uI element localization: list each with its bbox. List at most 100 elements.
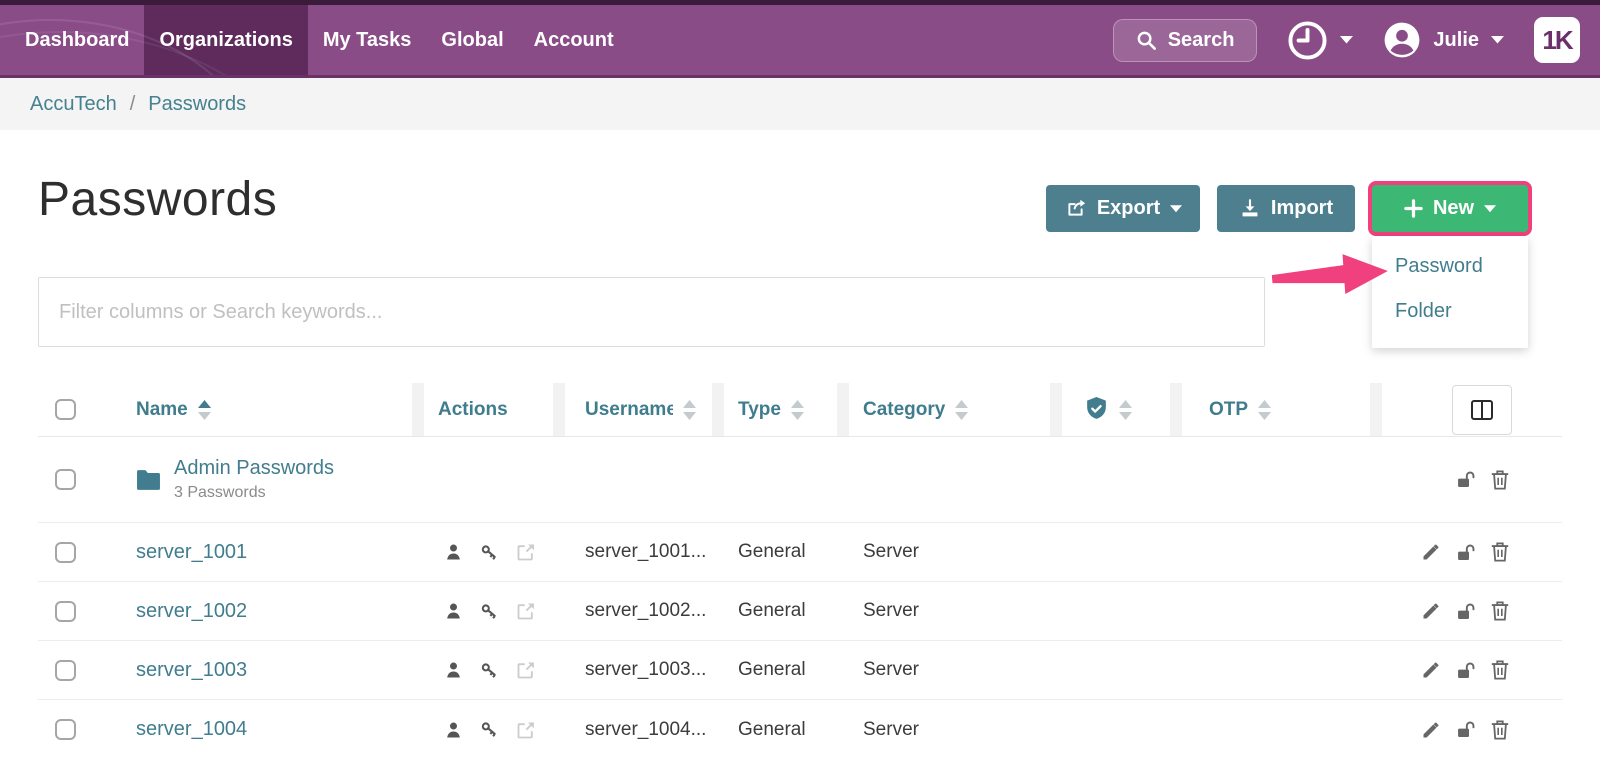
- delete-button[interactable]: [1490, 659, 1510, 681]
- password-link[interactable]: server_1001: [136, 541, 247, 564]
- column-header-category[interactable]: Category: [849, 383, 1050, 436]
- unlock-button[interactable]: [1455, 660, 1476, 681]
- unlock-icon: [1455, 469, 1476, 490]
- app-screen: Dashboard Organizations My Tasks Global …: [0, 0, 1600, 770]
- table-row: server_1001: [38, 523, 1562, 582]
- new-dropdown-menu: Password Folder: [1372, 236, 1528, 348]
- main-nav: Dashboard Organizations My Tasks Global …: [0, 5, 629, 75]
- copy-password-button[interactable]: [479, 542, 500, 563]
- category-value: Server: [863, 719, 919, 741]
- table-header-row: Name Actions Username Type: [38, 383, 1562, 437]
- menu-item-password[interactable]: Password: [1372, 244, 1528, 289]
- password-link[interactable]: server_1004: [136, 718, 247, 741]
- copy-password-button[interactable]: [479, 601, 500, 622]
- nav-item-dashboard[interactable]: Dashboard: [10, 5, 144, 75]
- key-icon: [479, 719, 500, 740]
- folder-link[interactable]: Admin Passwords: [174, 457, 334, 480]
- row-checkbox[interactable]: [55, 542, 76, 563]
- menu-item-folder[interactable]: Folder: [1372, 289, 1528, 334]
- delete-button[interactable]: [1490, 541, 1510, 563]
- nav-item-account[interactable]: Account: [519, 5, 629, 75]
- delete-button[interactable]: [1490, 469, 1510, 491]
- table-row: server_1003: [38, 641, 1562, 700]
- copy-password-button[interactable]: [479, 660, 500, 681]
- password-link[interactable]: server_1003: [136, 659, 247, 682]
- username-value: server_1004...: [585, 719, 706, 741]
- breadcrumb-current-page: Passwords: [148, 93, 246, 116]
- unlock-icon: [1455, 719, 1476, 740]
- import-button[interactable]: Import: [1217, 185, 1355, 232]
- column-header-security[interactable]: [1062, 383, 1170, 436]
- delete-button[interactable]: [1490, 719, 1510, 741]
- column-settings-button[interactable]: [1452, 385, 1512, 435]
- search-button[interactable]: Search: [1113, 19, 1258, 62]
- column-header-name[interactable]: Name: [100, 383, 412, 436]
- copy-username-button[interactable]: [444, 720, 463, 740]
- user-icon: [444, 542, 463, 562]
- search-label: Search: [1168, 29, 1235, 52]
- copy-username-button[interactable]: [444, 542, 463, 562]
- clock-icon: [1287, 20, 1328, 61]
- row-checkbox[interactable]: [55, 719, 76, 740]
- column-header-username[interactable]: Username: [565, 383, 712, 436]
- copy-username-button[interactable]: [444, 660, 463, 680]
- category-value: Server: [863, 541, 919, 563]
- sort-icon: [791, 400, 804, 420]
- filter-search-input[interactable]: [38, 277, 1265, 347]
- table-row-folder: Admin Passwords 3 Passwords: [38, 437, 1562, 523]
- unlock-icon: [1455, 660, 1476, 681]
- row-checkbox[interactable]: [55, 469, 76, 490]
- sort-icon: [1258, 400, 1271, 420]
- open-link-button[interactable]: [516, 601, 536, 621]
- edit-button[interactable]: [1421, 542, 1441, 562]
- open-link-button[interactable]: [516, 720, 536, 740]
- new-button[interactable]: New: [1372, 185, 1528, 232]
- user-name: Julie: [1433, 29, 1479, 52]
- user-menu[interactable]: Julie: [1383, 21, 1504, 59]
- delete-button[interactable]: [1490, 600, 1510, 622]
- column-header-actions: Actions: [424, 383, 553, 436]
- column-header-type[interactable]: Type: [724, 383, 837, 436]
- column-label-category: Category: [863, 399, 945, 421]
- column-header-otp[interactable]: OTP: [1182, 383, 1370, 436]
- export-label: Export: [1097, 197, 1160, 220]
- folder-icon: [136, 469, 161, 491]
- copy-password-button[interactable]: [479, 719, 500, 740]
- row-checkbox[interactable]: [55, 601, 76, 622]
- unlock-button[interactable]: [1455, 542, 1476, 563]
- username-value: server_1002...: [585, 600, 706, 622]
- open-link-button[interactable]: [516, 660, 536, 680]
- nav-item-global[interactable]: Global: [426, 5, 518, 75]
- unlock-button[interactable]: [1455, 719, 1476, 740]
- unlock-button[interactable]: [1455, 601, 1476, 622]
- edit-button[interactable]: [1421, 660, 1441, 680]
- trash-icon: [1490, 541, 1510, 563]
- copy-username-button[interactable]: [444, 601, 463, 621]
- select-all-checkbox[interactable]: [55, 399, 76, 420]
- columns-toggle-icon: [1470, 399, 1494, 421]
- trash-icon: [1490, 719, 1510, 741]
- trash-icon: [1490, 600, 1510, 622]
- open-link-button[interactable]: [516, 542, 536, 562]
- user-icon: [444, 720, 463, 740]
- app-logo: 1K: [1534, 17, 1580, 63]
- external-link-icon: [516, 660, 536, 680]
- sort-icon: [1119, 400, 1132, 420]
- row-checkbox[interactable]: [55, 660, 76, 681]
- pencil-icon: [1421, 720, 1441, 740]
- edit-button[interactable]: [1421, 720, 1441, 740]
- pencil-icon: [1421, 542, 1441, 562]
- type-value: General: [738, 600, 806, 622]
- nav-item-organizations[interactable]: Organizations: [144, 5, 307, 75]
- breadcrumb-separator: /: [130, 93, 136, 116]
- edit-button[interactable]: [1421, 601, 1441, 621]
- user-icon: [444, 601, 463, 621]
- table-row: server_1002: [38, 582, 1562, 641]
- nav-item-my-tasks[interactable]: My Tasks: [308, 5, 427, 75]
- export-button[interactable]: Export: [1046, 185, 1200, 232]
- breadcrumb-org-link[interactable]: AccuTech: [30, 93, 117, 116]
- pencil-icon: [1421, 660, 1441, 680]
- unlock-button[interactable]: [1455, 469, 1476, 490]
- password-link[interactable]: server_1002: [136, 600, 247, 623]
- history-menu[interactable]: [1287, 20, 1353, 61]
